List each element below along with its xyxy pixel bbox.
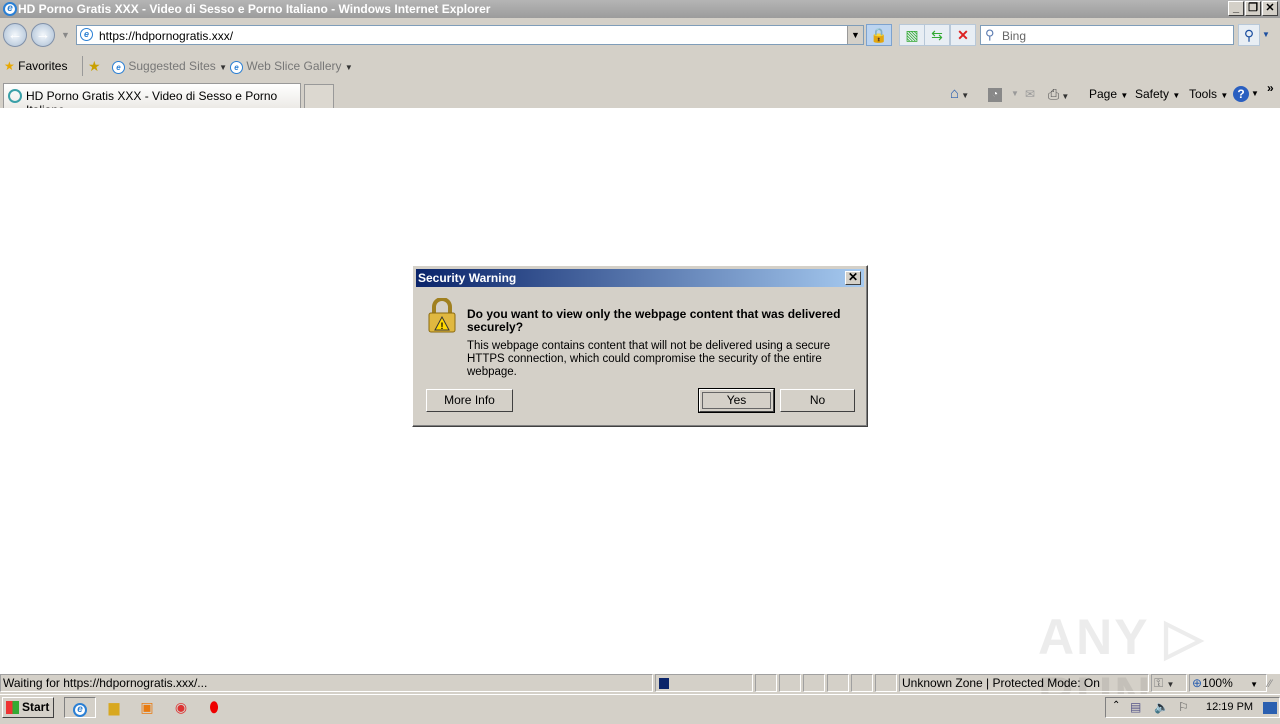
status-text: Waiting for https://hdpornogratis.xxx/..… — [0, 674, 653, 692]
window-title: HD Porno Gratis XXX - Video di Sesso e P… — [18, 2, 491, 16]
title-bar: e HD Porno Gratis XXX - Video di Sesso e… — [0, 0, 1280, 18]
ie-icon: e — [73, 703, 87, 717]
security-lock-button[interactable]: 🔒 — [866, 24, 892, 46]
status-pane — [851, 674, 873, 692]
dialog-message: This webpage contains content that will … — [467, 340, 831, 378]
search-box[interactable]: ⚲ Bing — [980, 25, 1234, 45]
status-pane — [875, 674, 897, 692]
show-desktop-button[interactable] — [1263, 702, 1277, 714]
loading-icon — [8, 89, 22, 103]
system-tray: ⌃ ▤ 🔈 ⚐ 12:19 PM — [1105, 697, 1280, 718]
dialog-title: Security Warning — [418, 271, 517, 285]
search-button[interactable]: ⚲ — [1238, 24, 1260, 46]
padlock-warning-icon: ! — [428, 298, 456, 333]
feeds-icon[interactable]: ◔ — [988, 88, 1002, 102]
resize-grip[interactable]: ⁄⁄ — [1268, 678, 1272, 690]
page-icon: e — [80, 28, 93, 41]
ie-logo-icon: e — [3, 2, 17, 16]
feeds-dropdown[interactable]: ▼ — [1011, 86, 1019, 102]
taskbar-explorer-icon[interactable]: ▆ — [104, 698, 124, 716]
taskbar-chrome-icon[interactable]: ◉ — [171, 698, 191, 716]
status-pane — [755, 674, 777, 692]
tools-menu[interactable]: Tools ▼ — [1189, 86, 1228, 104]
help-dropdown[interactable]: ▼ — [1251, 86, 1259, 102]
suggested-sites-button[interactable]: e Suggested Sites ▼ — [112, 58, 227, 76]
search-icon: ⚲ — [985, 27, 995, 42]
svg-text:!: ! — [441, 321, 444, 331]
progress-fill — [659, 678, 669, 689]
start-button[interactable]: Start — [2, 697, 54, 718]
status-pane — [827, 674, 849, 692]
restore-button[interactable]: ❐ — [1245, 1, 1261, 16]
search-input[interactable]: Bing — [1002, 29, 1026, 43]
page-label: Page — [1089, 87, 1118, 101]
compatibility-view-button[interactable]: ▧ — [899, 24, 925, 46]
start-label: Start — [22, 700, 50, 714]
add-to-favorites-bar-button[interactable]: ★ — [88, 58, 101, 74]
show-hidden-icons[interactable]: ⌃ — [1112, 700, 1120, 711]
minimize-button[interactable]: _ — [1228, 1, 1244, 16]
address-bar[interactable]: e https://hdpornogratis.xxx/ ▼ — [76, 25, 864, 45]
print-button[interactable]: ⎙ ▼ — [1048, 86, 1069, 105]
favorites-button[interactable]: ★ Favorites — [4, 58, 67, 74]
more-info-button[interactable]: More Info — [426, 389, 513, 412]
more-commands-chevron-icon[interactable]: » — [1267, 80, 1274, 96]
ie-icon: e — [230, 61, 243, 74]
stop-button[interactable]: ✕ — [950, 24, 976, 46]
safety-menu[interactable]: Safety ▼ — [1135, 86, 1180, 104]
zoom-icon: ⊕ — [1192, 676, 1203, 690]
star-icon: ★ — [4, 59, 15, 73]
tab-current[interactable]: HD Porno Gratis XXX - Video di Sesso e P… — [3, 83, 301, 117]
security-zone[interactable]: Unknown Zone | Protected Mode: On — [899, 674, 1149, 692]
zoom-level: 100% — [1202, 676, 1233, 690]
yes-button[interactable]: Yes — [698, 388, 775, 413]
dialog-heading: Do you want to view only the webpage con… — [467, 307, 841, 334]
zoom-button[interactable]: ⊕100% ▼ — [1189, 674, 1267, 692]
close-window-button[interactable]: ✕ — [1262, 1, 1278, 16]
search-options-dropdown[interactable]: ▼ — [1262, 30, 1270, 39]
security-warning-dialog: Security Warning ✕ ! Do you want to view… — [412, 265, 868, 427]
web-slice-gallery-button[interactable]: e Web Slice Gallery ▼ — [230, 58, 353, 76]
home-button[interactable]: ⌂ ▼ — [950, 86, 969, 104]
windows-logo-icon — [6, 701, 19, 714]
tools-label: Tools — [1189, 87, 1218, 101]
taskbar-media-player-icon[interactable]: ▣ — [137, 698, 157, 716]
help-icon[interactable]: ? — [1233, 86, 1249, 102]
network-icon[interactable]: ▤ — [1130, 700, 1141, 714]
refresh-button[interactable]: ⇆ — [924, 24, 950, 46]
volume-icon[interactable]: 🔈 — [1154, 700, 1169, 714]
no-button[interactable]: No — [780, 389, 855, 412]
read-mail-icon[interactable]: ✉ — [1025, 86, 1035, 102]
dialog-title-bar: Security Warning ✕ — [416, 269, 864, 287]
address-input[interactable]: https://hdpornogratis.xxx/ — [99, 29, 233, 43]
clock[interactable]: 12:19 PM — [1206, 701, 1253, 713]
progress-bar — [655, 674, 753, 692]
protected-mode-button[interactable]: ⚿ ▼ — [1151, 674, 1187, 692]
status-pane — [779, 674, 801, 692]
taskbar-ie-button[interactable]: e — [64, 697, 96, 718]
new-tab-button[interactable] — [304, 84, 334, 108]
lock-icon: 🔒 — [870, 27, 888, 43]
favorites-label: Favorites — [18, 59, 68, 73]
web-slice-label: Web Slice Gallery — [246, 59, 342, 73]
ie-icon: e — [112, 61, 125, 74]
dialog-close-button[interactable]: ✕ — [845, 271, 861, 285]
page-menu[interactable]: Page ▼ — [1089, 86, 1128, 104]
suggested-sites-label: Suggested Sites — [128, 59, 216, 73]
status-pane — [803, 674, 825, 692]
taskbar — [0, 694, 1280, 720]
taskbar-opera-icon[interactable]: ⬮ — [204, 698, 224, 716]
action-center-flag-icon[interactable]: ⚐ — [1178, 700, 1189, 714]
back-button[interactable]: ← — [3, 23, 27, 47]
forward-button[interactable]: → — [31, 23, 55, 47]
address-dropdown[interactable]: ▼ — [847, 26, 863, 44]
recent-pages-dropdown[interactable]: ▼ — [61, 30, 70, 40]
safety-label: Safety — [1135, 87, 1170, 101]
divider — [82, 56, 83, 76]
